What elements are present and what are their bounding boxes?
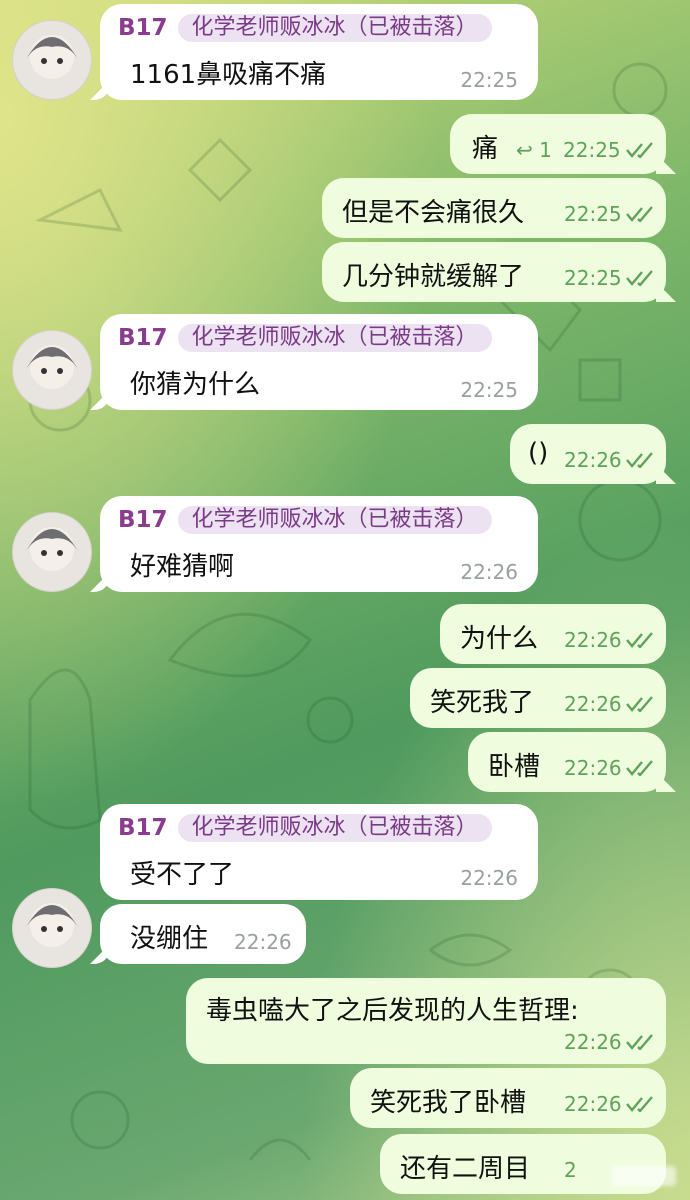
sender-name[interactable]: B17	[118, 815, 168, 841]
message-time: 22:25	[460, 68, 518, 92]
double-check-icon	[626, 1034, 653, 1050]
watermark	[612, 1166, 676, 1186]
double-check-icon	[626, 270, 653, 286]
message-time: 22:25	[460, 378, 518, 402]
reply-count[interactable]: ↩ 1	[516, 138, 552, 162]
avatar[interactable]	[12, 330, 92, 410]
message-time: 22:26	[564, 1030, 622, 1054]
message-time: 22:26	[564, 448, 622, 472]
message-bubble-outgoing[interactable]: 痛 ↩ 1 22:25	[450, 114, 666, 174]
avatar-image	[25, 35, 79, 79]
avatar[interactable]	[12, 512, 92, 592]
reply-count-text: 1	[539, 138, 552, 162]
message-bubble-outgoing[interactable]: 几分钟就缓解了 22:25	[322, 242, 666, 302]
sender-tag: 化学老师贩冰冰（已被击落）	[177, 506, 492, 534]
message-bubble-incoming[interactable]: B17 化学老师贩冰冰（已被击落） 1161鼻吸痛不痛 22:25	[100, 4, 538, 100]
message-time: 22:25	[563, 138, 621, 162]
avatar-image	[25, 345, 79, 389]
message-time: 22:26	[234, 930, 292, 954]
sender-name[interactable]: B17	[118, 325, 168, 351]
sender-tag: 化学老师贩冰冰（已被击落）	[177, 324, 492, 352]
sender-name[interactable]: B17	[118, 507, 168, 533]
message-bubble-outgoing[interactable]: 笑死我了卧槽 22:26	[350, 1068, 666, 1128]
message-text: 为什么	[460, 624, 539, 654]
message-bubble-outgoing[interactable]: 毒虫嗑大了之后发现的人生哲理: 22:26	[186, 978, 666, 1064]
double-check-icon	[626, 696, 653, 712]
message-bubble-outgoing[interactable]: 卧槽 22:26	[468, 732, 666, 792]
message-bubble-incoming[interactable]: B17 化学老师贩冰冰（已被击落） 受不了了 22:26	[100, 804, 538, 900]
message-time: 22:26	[460, 560, 518, 584]
message-time: 2	[564, 1158, 577, 1182]
message-bubble-incoming[interactable]: B17 化学老师贩冰冰（已被击落） 你猜为什么 22:25	[100, 314, 538, 410]
avatar-image	[25, 527, 79, 571]
message-bubble-outgoing[interactable]: 但是不会痛很久 22:25	[322, 178, 666, 238]
message-text: 毒虫嗑大了之后发现的人生哲理:	[206, 996, 579, 1026]
message-text: 受不了了	[130, 860, 235, 890]
double-check-icon	[626, 760, 653, 776]
message-bubble-incoming[interactable]: B17 化学老师贩冰冰（已被击落） 好难猜啊 22:26	[100, 496, 538, 592]
double-check-icon	[626, 632, 653, 648]
sender-tag: 化学老师贩冰冰（已被击落）	[177, 14, 492, 42]
message-text: 1161鼻吸痛不痛	[130, 60, 327, 90]
double-check-icon	[626, 206, 653, 222]
message-time: 22:26	[564, 1092, 622, 1116]
double-check-icon	[626, 1096, 653, 1112]
sender-name[interactable]: B17	[118, 15, 168, 41]
message-text: 卧槽	[488, 752, 541, 782]
message-time: 22:25	[564, 266, 622, 290]
double-check-icon	[626, 452, 653, 468]
message-text: 但是不会痛很久	[342, 198, 525, 228]
message-bubble-outgoing[interactable]: 笑死我了 22:26	[410, 668, 666, 728]
message-time: 22:26	[564, 628, 622, 652]
message-time: 22:26	[564, 756, 622, 780]
message-time: 22:25	[564, 202, 622, 226]
message-text: 好难猜啊	[130, 552, 235, 582]
message-text: 笑死我了	[430, 688, 535, 718]
avatar[interactable]	[12, 888, 92, 968]
avatar[interactable]	[12, 20, 92, 100]
avatar-image	[25, 903, 79, 947]
message-text: 笑死我了卧槽	[370, 1088, 527, 1118]
message-text: 痛	[472, 134, 499, 164]
message-time: 22:26	[460, 866, 518, 890]
message-text: ()	[528, 438, 549, 468]
message-time: 22:26	[564, 692, 622, 716]
message-bubble-outgoing[interactable]: 为什么 22:26	[440, 604, 666, 664]
sender-tag: 化学老师贩冰冰（已被击落）	[177, 814, 492, 842]
message-text: 几分钟就缓解了	[342, 262, 525, 292]
message-bubble-outgoing[interactable]: () 22:26	[510, 424, 666, 484]
message-text: 没绷住	[130, 924, 209, 954]
message-bubble-incoming[interactable]: 没绷住 22:26	[100, 904, 306, 964]
reply-arrow-icon: ↩	[516, 138, 533, 162]
message-text: 你猜为什么	[130, 370, 261, 400]
message-text: 还有二周目	[400, 1154, 531, 1184]
double-check-icon	[626, 142, 653, 158]
